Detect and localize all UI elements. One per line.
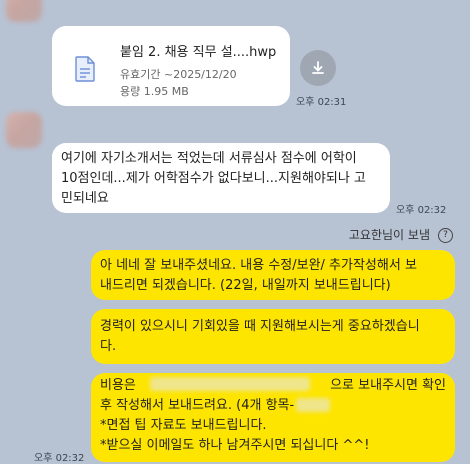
message-time: 오후 02:31 xyxy=(296,97,347,108)
incoming-message-bubble[interactable]: 여기에 자기소개서는 적었는데 서류심사 점수에 어학이 10점인데...제가 … xyxy=(52,143,390,213)
file-name: 붙임 2. 채용 직무 설....hwp xyxy=(120,45,277,60)
file-expiry: 유효기간 ~2025/12/20 xyxy=(120,68,237,81)
download-button[interactable] xyxy=(300,50,336,86)
file-attachment-card[interactable]: 붙임 2. 채용 직무 설....hwp 유효기간 ~2025/12/20 용량… xyxy=(52,26,290,106)
redacted-text xyxy=(150,377,310,391)
download-icon xyxy=(312,61,324,74)
question-icon[interactable]: ? xyxy=(438,228,453,243)
sender-avatar[interactable] xyxy=(6,0,42,22)
outgoing-message-bubble[interactable]: 아 네네 잘 보내주셨네요. 내용 수정/보완/ 추가작성해서 보 내드리면 되… xyxy=(91,250,455,300)
redacted-text xyxy=(296,398,330,412)
message-time: 오후 02:32 xyxy=(396,205,447,216)
sender-avatar[interactable] xyxy=(6,112,42,148)
sent-by-label: 고요한님이 보냄 xyxy=(348,228,430,242)
file-size: 용량 1.95 MB xyxy=(120,85,189,98)
outgoing-message-bubble[interactable]: 경력이 있으시니 기회있을 때 지원해보시는게 중요하겠습니 다. xyxy=(91,309,455,364)
document-icon xyxy=(75,56,95,82)
